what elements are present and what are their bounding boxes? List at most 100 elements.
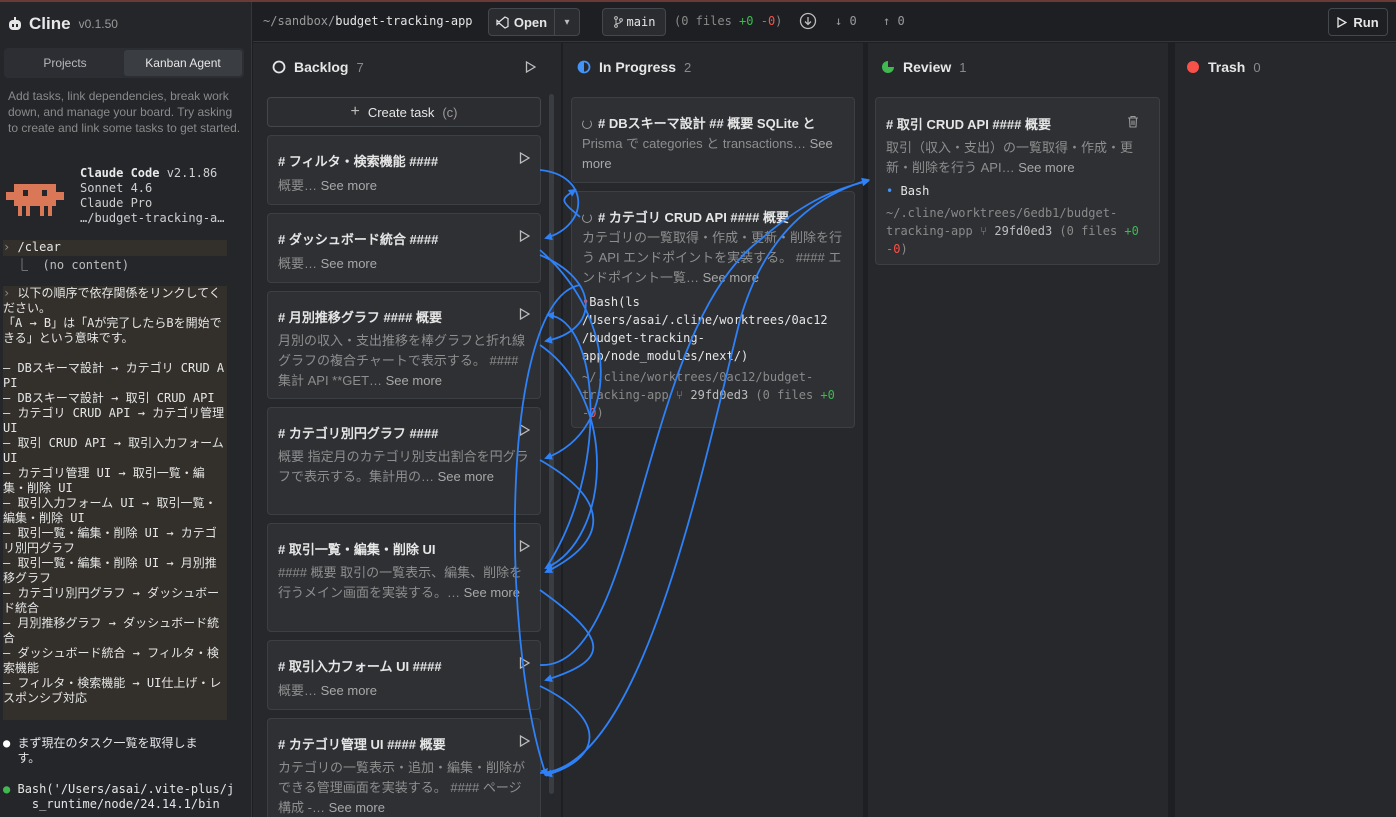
start-task-play-icon[interactable] (519, 308, 530, 320)
files-prefix: (0 files (748, 388, 821, 402)
task-desc-text: 概要… (278, 178, 321, 193)
sync-icon[interactable] (799, 12, 817, 30)
cline-logo-icon (9, 17, 21, 30)
column-review: Review 1 # 取引 CRUD API #### 概要 取引（収入・支出）… (868, 43, 1168, 817)
create-task-button[interactable]: + Create task (c) (267, 97, 541, 127)
see-more-link[interactable]: See more (321, 256, 377, 271)
column-title-backlog: Backlog (294, 59, 349, 75)
see-more-link[interactable]: See more (438, 469, 494, 484)
help-text: Add tasks, link dependencies, break work… (8, 89, 241, 135)
ahead-count: ↑ 0 (883, 14, 905, 28)
task-description: カテゴリの一覧表示・追加・編集・削除ができる管理画面を実装する。 #### ペー… (278, 758, 530, 817)
claude-mascot-icon (6, 184, 64, 216)
start-task-play-icon[interactable] (519, 540, 530, 552)
path-name: budget-tracking-app (335, 14, 473, 28)
task-title: # カテゴリ CRUD API #### 概要 (598, 210, 789, 225)
task-card[interactable]: # DBスキーマ設計 ## 概要 SQLite と Prisma で categ… (571, 97, 855, 183)
see-more-link[interactable]: See more (464, 585, 520, 600)
task-desc-text: 概要… (278, 683, 321, 698)
task-card[interactable]: # 月別推移グラフ #### 概要 月別の収入・支出推移を棒グラフと折れ線グラフ… (267, 291, 541, 399)
task-card[interactable]: # カテゴリ管理 UI #### 概要 カテゴリの一覧表示・追加・編集・削除がで… (267, 718, 541, 817)
files-added: +0 (739, 14, 754, 28)
task-title: # ダッシュボード統合 #### (278, 232, 439, 247)
column-title-trash: Trash (1208, 59, 1246, 75)
column-count-trash: 0 (1253, 59, 1261, 75)
task-card[interactable]: # ダッシュボード統合 #### 概要… See more (267, 213, 541, 283)
files-added: +0 (1124, 224, 1139, 238)
message-dot-icon: ● (3, 736, 11, 750)
commit-hash: 29fd0ed3 (994, 224, 1053, 238)
create-task-label: Create task (367, 104, 435, 120)
worktree-info: ~/.cline/worktrees/6edb1/budget-tracking… (886, 204, 1151, 258)
files-removed: -0 (582, 406, 597, 420)
task-card[interactable]: # 取引一覧・編集・削除 UI #### 概要 取引の一覧表示、編集、削除を行う… (267, 523, 541, 632)
terminal-clear-line: › /clear (3, 240, 227, 256)
path-prefix: ~/sandbox/ (263, 14, 336, 28)
see-more-link[interactable]: See more (321, 683, 377, 698)
assistant-message-text: まず現在のタスク一覧を取得しま す。 (17, 736, 198, 765)
run-label: Run (1353, 14, 1379, 30)
column-count-in-progress: 2 (684, 59, 692, 75)
task-description: Prisma で categories と transactions… See … (582, 134, 844, 174)
tab-projects[interactable]: Projects (6, 50, 124, 76)
see-more-link[interactable]: See more (1018, 160, 1074, 175)
play-icon (1337, 16, 1348, 28)
task-title: # カテゴリ管理 UI #### 概要 (278, 737, 446, 752)
status-half-circle-icon (577, 60, 591, 74)
prompt-chevron-icon: › (3, 286, 18, 300)
activity-dot-icon: • (886, 184, 894, 198)
tab-kanban-agent[interactable]: Kanban Agent (124, 50, 242, 76)
claude-plan: Claude Pro (80, 196, 153, 210)
start-task-play-icon[interactable] (519, 657, 530, 669)
brand-version: v0.1.50 (78, 17, 118, 31)
task-card[interactable]: # フィルタ・検索機能 #### 概要… See more (267, 135, 541, 205)
backlog-scrollbar[interactable] (549, 94, 554, 794)
start-task-play-icon[interactable] (519, 230, 530, 242)
task-description: #### 概要 取引の一覧表示、編集、削除を行うメイン画面を実装する。… See… (278, 563, 530, 603)
behind-value: 0 (849, 14, 857, 28)
assistant-message: ● まず現在のタスク一覧を取得しま す。 (3, 736, 197, 766)
task-card[interactable]: # カテゴリ CRUD API #### 概要 カテゴリの一覧取得・作成・更新・… (571, 191, 855, 428)
start-task-play-icon[interactable] (519, 735, 530, 747)
task-title: # フィルタ・検索機能 #### (278, 154, 439, 169)
tool-call-text: Bash('/Users/asai/.vite-plus/j s_runtime… (17, 782, 235, 811)
files-added: +0 (820, 388, 835, 402)
behind-count: ↓ 0 (835, 14, 857, 28)
column-title-review: Review (903, 59, 952, 75)
task-description: 概要 指定月のカテゴリ別支出割合を円グラフで表示する。集計用の… See mor… (278, 447, 530, 487)
run-button[interactable]: Run (1328, 8, 1388, 36)
task-description: 概要… See more (278, 681, 528, 701)
task-card[interactable]: # 取引入力フォーム UI #### 概要… See more (267, 640, 541, 710)
start-task-play-icon[interactable] (519, 424, 530, 436)
branch-selector[interactable]: main (602, 8, 666, 36)
task-title: # 取引 CRUD API #### 概要 (886, 117, 1051, 132)
task-card[interactable]: # 取引 CRUD API #### 概要 取引（収入・支出）の一覧取得・作成・… (875, 97, 1160, 265)
start-task-play-icon[interactable] (519, 152, 530, 164)
column-header-backlog: Backlog 7 (272, 59, 364, 75)
agent-tool: Bash (900, 184, 930, 198)
task-title-row: # DBスキーマ設計 ## 概要 SQLite と (582, 113, 815, 132)
column-title-in-progress: In Progress (599, 59, 677, 75)
files-removed: -0 (886, 242, 901, 256)
file-changes-summary: (0 files +0 -0) (674, 14, 782, 28)
loading-spinner-icon (582, 119, 592, 129)
open-dropdown-chevron-icon[interactable]: ▾ (555, 9, 579, 35)
files-suffix: ) (775, 14, 783, 28)
start-all-play-icon[interactable] (525, 61, 536, 73)
see-more-link[interactable]: See more (386, 373, 442, 388)
trash-icon[interactable] (1127, 115, 1139, 128)
open-button[interactable]: Open (489, 9, 555, 35)
see-more-link[interactable]: See more (321, 178, 377, 193)
see-more-link[interactable]: See more (703, 270, 759, 285)
task-card[interactable]: # カテゴリ別円グラフ #### 概要 指定月のカテゴリ別支出割合を円グラフで表… (267, 407, 541, 515)
prompt-chevron-icon: › (3, 240, 11, 254)
git-branch-icon (613, 16, 623, 28)
project-path: ~/sandbox/budget-tracking-app (263, 14, 473, 28)
clear-result: ⎿ (no content) (16, 258, 130, 272)
files-prefix: (0 files (1052, 224, 1125, 238)
task-description: 概要… See more (278, 176, 528, 196)
see-more-link[interactable]: See more (329, 800, 385, 815)
column-in-progress: In Progress 2 # DBスキーマ設計 ## 概要 SQLite と … (563, 43, 863, 817)
terminal-user-prompt: › 以下の順序で依存関係をリンクしてください。 「A → B」は「Aが完了したら… (3, 286, 227, 720)
files-suffix: ) (900, 242, 908, 256)
